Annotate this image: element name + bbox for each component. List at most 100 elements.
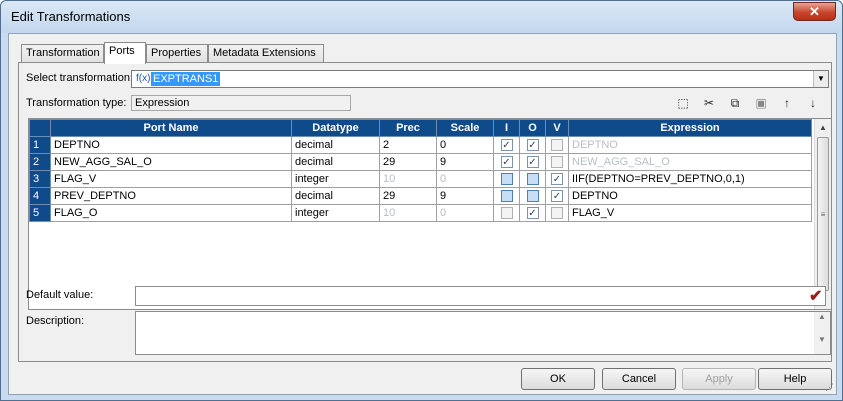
tab-transformation[interactable]: Transformation bbox=[21, 44, 104, 63]
variable-checkbox-cell bbox=[545, 170, 569, 188]
variable-checkbox[interactable] bbox=[551, 173, 563, 186]
row-number[interactable]: 1 bbox=[29, 136, 51, 154]
scroll-down-icon[interactable]: ▼ bbox=[814, 335, 830, 344]
validate-checkmark-icon[interactable]: ✔ bbox=[809, 286, 825, 305]
description-scrollbar[interactable]: ▲ ▼ bbox=[814, 312, 830, 354]
scale-cell[interactable]: 9 bbox=[436, 153, 494, 171]
output-checkbox-cell bbox=[519, 187, 546, 205]
copy-icon[interactable]: ⧉ bbox=[727, 95, 743, 111]
input-checkbox[interactable] bbox=[500, 190, 513, 203]
scroll-up-icon[interactable]: ▲ bbox=[815, 119, 831, 136]
expression-cell[interactable]: NEW_AGG_SAL_O bbox=[568, 153, 812, 171]
scale-cell[interactable]: 0 bbox=[436, 136, 494, 154]
move-down-icon[interactable]: ↓ bbox=[805, 95, 821, 111]
datatype-cell[interactable]: decimal bbox=[291, 136, 380, 154]
table-row[interactable]: 1 DEPTNO decimal 2 0 DEPTNO bbox=[29, 136, 812, 154]
ports-table: Port Name Datatype Prec Scale I O V Expr… bbox=[29, 119, 812, 222]
input-checkbox-cell bbox=[493, 136, 520, 154]
port-name-cell[interactable]: NEW_AGG_SAL_O bbox=[50, 153, 292, 171]
help-button[interactable]: Help bbox=[758, 368, 832, 390]
variable-checkbox[interactable] bbox=[551, 207, 563, 220]
input-checkbox[interactable] bbox=[500, 207, 513, 220]
output-checkbox-cell bbox=[519, 136, 546, 154]
scroll-up-icon[interactable]: ▲ bbox=[814, 312, 830, 321]
input-checkbox-cell bbox=[493, 170, 520, 188]
output-checkbox-cell bbox=[519, 153, 546, 171]
ok-button[interactable]: OK bbox=[521, 368, 595, 390]
column-header-variable[interactable]: V bbox=[545, 119, 569, 137]
input-checkbox[interactable] bbox=[500, 156, 513, 169]
new-port-icon[interactable]: ⬚ bbox=[675, 95, 691, 111]
column-header-port-name[interactable]: Port Name bbox=[50, 119, 292, 137]
chevron-down-icon[interactable]: ▼ bbox=[813, 71, 828, 87]
expression-cell[interactable]: IIF(DEPTNO=PREV_DEPTNO,0,1) bbox=[568, 170, 812, 188]
resize-grip-icon[interactable]: ⋰ bbox=[825, 382, 834, 393]
port-name-cell[interactable]: FLAG_O bbox=[50, 204, 292, 222]
port-name-cell[interactable]: FLAG_V bbox=[50, 170, 292, 188]
expression-cell[interactable]: FLAG_V bbox=[568, 204, 812, 222]
table-row[interactable]: 2 NEW_AGG_SAL_O decimal 29 9 NEW_AGG_SAL… bbox=[29, 153, 812, 171]
title-bar[interactable]: Edit Transformations ✕ bbox=[1, 1, 842, 33]
column-header-expression[interactable]: Expression bbox=[568, 119, 812, 137]
edit-transformations-dialog: Edit Transformations ✕ Transformation Po… bbox=[0, 0, 843, 401]
port-name-cell[interactable]: DEPTNO bbox=[50, 136, 292, 154]
tab-metadata-extensions[interactable]: Metadata Extensions bbox=[208, 44, 324, 63]
output-checkbox-cell bbox=[519, 204, 546, 222]
datatype-cell[interactable]: decimal bbox=[291, 187, 380, 205]
close-icon: ✕ bbox=[809, 4, 820, 19]
output-checkbox[interactable] bbox=[526, 190, 539, 203]
table-row[interactable]: 5 FLAG_O integer 10 0 FLAG_V bbox=[29, 204, 812, 222]
prec-cell[interactable]: 2 bbox=[379, 136, 437, 154]
description-textarea[interactable]: ▲ ▼ bbox=[135, 311, 831, 355]
row-number[interactable]: 5 bbox=[29, 204, 51, 222]
apply-button[interactable]: Apply bbox=[682, 368, 756, 390]
column-header-input[interactable]: I bbox=[493, 119, 520, 137]
column-header-scale[interactable]: Scale bbox=[436, 119, 494, 137]
cut-icon[interactable]: ✂ bbox=[701, 95, 717, 111]
select-transformation-dropdown[interactable]: f(x) EXPTRANS1 ▼ bbox=[131, 70, 829, 88]
input-checkbox[interactable] bbox=[500, 173, 513, 186]
output-checkbox[interactable] bbox=[526, 139, 539, 152]
variable-checkbox[interactable] bbox=[551, 156, 563, 169]
column-header-output[interactable]: O bbox=[519, 119, 546, 137]
row-number[interactable]: 4 bbox=[29, 187, 51, 205]
output-checkbox[interactable] bbox=[526, 156, 539, 169]
input-checkbox[interactable] bbox=[500, 139, 513, 152]
scale-cell[interactable]: 0 bbox=[436, 204, 494, 222]
default-value-input[interactable] bbox=[135, 286, 826, 306]
grid-vertical-scrollbar[interactable]: ▲ ≡ ▼ bbox=[814, 119, 831, 309]
output-checkbox[interactable] bbox=[526, 173, 539, 186]
expression-cell[interactable]: DEPTNO bbox=[568, 136, 812, 154]
scrollbar-thumb[interactable]: ≡ bbox=[817, 137, 829, 291]
default-value-label: Default value: bbox=[26, 289, 94, 301]
prec-cell[interactable]: 29 bbox=[379, 187, 437, 205]
prec-cell[interactable]: 29 bbox=[379, 153, 437, 171]
datatype-cell[interactable]: integer bbox=[291, 204, 380, 222]
input-checkbox-cell bbox=[493, 153, 520, 171]
scale-cell[interactable]: 9 bbox=[436, 187, 494, 205]
column-header-prec[interactable]: Prec bbox=[379, 119, 437, 137]
table-row[interactable]: 3 FLAG_V integer 10 0 IIF(DEPTNO=PREV_DE… bbox=[29, 170, 812, 188]
close-button[interactable]: ✕ bbox=[793, 2, 836, 21]
scale-cell[interactable]: 0 bbox=[436, 170, 494, 188]
move-up-icon[interactable]: ↑ bbox=[779, 95, 795, 111]
row-number[interactable]: 2 bbox=[29, 153, 51, 171]
dialog-button-bar: OK Cancel Apply Help bbox=[9, 368, 836, 394]
variable-checkbox[interactable] bbox=[551, 190, 563, 203]
output-checkbox[interactable] bbox=[526, 207, 539, 220]
prec-cell[interactable]: 10 bbox=[379, 204, 437, 222]
tab-ports[interactable]: Ports bbox=[104, 42, 146, 64]
prec-cell[interactable]: 10 bbox=[379, 170, 437, 188]
row-number[interactable]: 3 bbox=[29, 170, 51, 188]
port-name-cell[interactable]: PREV_DEPTNO bbox=[50, 187, 292, 205]
datatype-cell[interactable]: decimal bbox=[291, 153, 380, 171]
paste-icon[interactable]: ▣ bbox=[753, 95, 769, 111]
variable-checkbox[interactable] bbox=[551, 139, 563, 152]
column-header-datatype[interactable]: Datatype bbox=[291, 119, 380, 137]
input-checkbox-cell bbox=[493, 204, 520, 222]
table-row[interactable]: 4 PREV_DEPTNO decimal 29 9 DEPTNO bbox=[29, 187, 812, 205]
expression-cell[interactable]: DEPTNO bbox=[568, 187, 812, 205]
tab-properties[interactable]: Properties bbox=[146, 44, 208, 63]
cancel-button[interactable]: Cancel bbox=[602, 368, 676, 390]
datatype-cell[interactable]: integer bbox=[291, 170, 380, 188]
